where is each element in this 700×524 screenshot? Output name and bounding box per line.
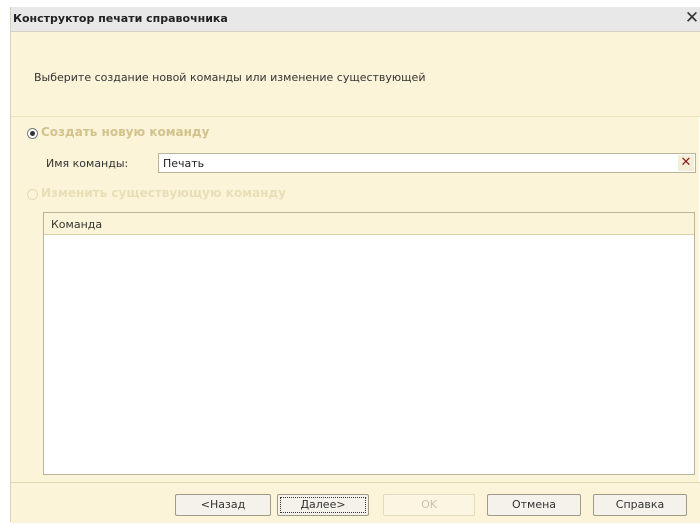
command-name-value[interactable]: Печать <box>163 157 204 170</box>
button-bar: <Назад Далее> OK Отмена Справка <box>11 482 700 523</box>
modify-command-radio[interactable] <box>27 189 38 200</box>
cancel-button[interactable]: Отмена <box>487 494 581 516</box>
close-icon[interactable]: ✕ <box>684 9 700 27</box>
create-command-label[interactable]: Создать новую команду <box>41 125 209 139</box>
dialog-window: Конструктор печати справочника ✕ Выберит… <box>10 7 700 523</box>
command-name-label: Имя команды: <box>46 157 129 170</box>
window-title: Конструктор печати справочника <box>13 12 228 25</box>
modify-command-label[interactable]: Изменить существующую команду <box>41 186 286 200</box>
ok-button[interactable]: OK <box>383 494 475 516</box>
back-button[interactable]: <Назад <box>175 494 271 516</box>
title-bar: Конструктор печати справочника ✕ <box>11 7 700 32</box>
help-button[interactable]: Справка <box>593 494 687 516</box>
command-name-input[interactable]: Печать ✕ <box>158 153 696 173</box>
clear-icon[interactable]: ✕ <box>678 155 694 171</box>
commands-table[interactable]: Команда <box>43 212 695 475</box>
table-header: Команда <box>44 213 694 235</box>
description-text: Выберите создание новой команды или изме… <box>34 71 426 84</box>
column-header-command[interactable]: Команда <box>51 218 102 231</box>
create-command-radio[interactable] <box>27 128 38 139</box>
next-button[interactable]: Далее> <box>277 494 369 516</box>
description-panel: Выберите создание новой команды или изме… <box>11 32 700 117</box>
